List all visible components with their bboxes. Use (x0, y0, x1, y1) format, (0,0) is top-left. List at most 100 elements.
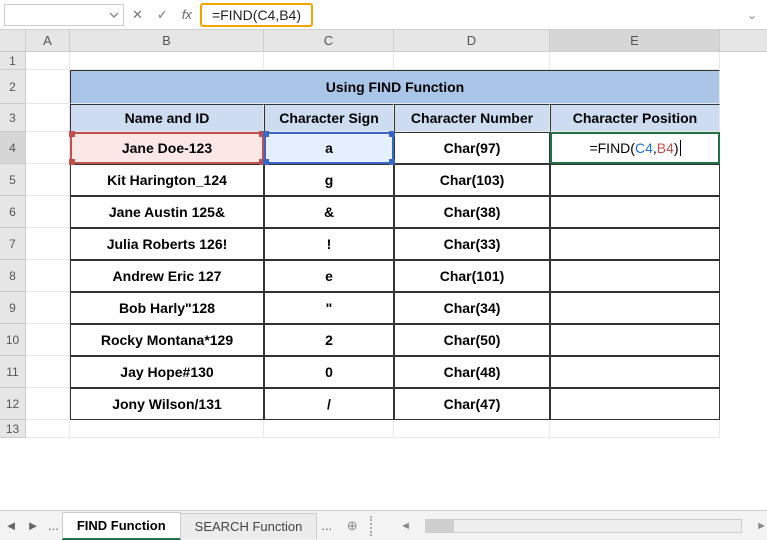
cell-c4[interactable]: a (264, 132, 394, 164)
cell[interactable] (26, 292, 70, 324)
horizontal-scrollbar[interactable]: ◄ ► (400, 519, 767, 533)
cell[interactable] (550, 420, 720, 438)
col-header-b[interactable]: B (70, 30, 264, 51)
scroll-thumb[interactable] (426, 520, 454, 532)
cell[interactable] (550, 164, 720, 196)
cell[interactable]: ! (264, 228, 394, 260)
name-box[interactable] (4, 4, 124, 26)
cell[interactable]: Char(101) (394, 260, 550, 292)
expand-formula-bar-icon[interactable]: ⌄ (747, 8, 763, 22)
cell[interactable]: Bob Harly"128 (70, 292, 264, 324)
cell[interactable]: Char(33) (394, 228, 550, 260)
cell[interactable]: Char(48) (394, 356, 550, 388)
cell[interactable]: & (264, 196, 394, 228)
cell[interactable] (26, 132, 70, 164)
add-sheet-icon[interactable]: ⊕ (342, 516, 362, 536)
cell[interactable]: Julia Roberts 126! (70, 228, 264, 260)
row-header[interactable]: 5 (0, 164, 26, 196)
cell[interactable]: Jay Hope#130 (70, 356, 264, 388)
formula-input[interactable]: =FIND(C4,B4) (200, 3, 313, 27)
cell[interactable] (550, 388, 720, 420)
cell[interactable]: Jony Wilson/131 (70, 388, 264, 420)
cell[interactable] (264, 52, 394, 70)
scroll-right-icon[interactable]: ► (756, 520, 767, 532)
cell[interactable]: Char(38) (394, 196, 550, 228)
cell[interactable] (26, 196, 70, 228)
cell[interactable] (550, 356, 720, 388)
sheet-tab-search-function[interactable]: SEARCH Function (180, 513, 318, 539)
cell[interactable]: e (264, 260, 394, 292)
cell[interactable]: Char(47) (394, 388, 550, 420)
row-header[interactable]: 8 (0, 260, 26, 292)
tab-nav-prev-icon[interactable]: ◄ (0, 518, 22, 533)
cell-e4-editing[interactable]: =FIND(C4,B4) (550, 132, 720, 164)
cell[interactable] (26, 164, 70, 196)
cell[interactable] (70, 420, 264, 438)
spreadsheet-grid[interactable]: 1 2 Using FIND Function 3 Name and ID Ch… (0, 52, 767, 438)
row-header[interactable]: 7 (0, 228, 26, 260)
cell[interactable] (26, 324, 70, 356)
tab-overflow-right[interactable]: ... (317, 518, 336, 533)
cell-d4[interactable]: Char(97) (394, 132, 550, 164)
cell[interactable] (394, 52, 550, 70)
cell[interactable]: Jane Austin 125& (70, 196, 264, 228)
title-cell[interactable]: Using FIND Function (70, 70, 720, 104)
cell[interactable] (550, 324, 720, 356)
cell-b4[interactable]: Jane Doe-123 (70, 132, 264, 164)
row-header[interactable]: 13 (0, 420, 26, 438)
row-header[interactable]: 10 (0, 324, 26, 356)
cell[interactable] (26, 388, 70, 420)
col-header-e[interactable]: E (550, 30, 720, 51)
row-header[interactable]: 12 (0, 388, 26, 420)
cell[interactable]: Char(103) (394, 164, 550, 196)
cell[interactable]: 0 (264, 356, 394, 388)
cell[interactable] (550, 228, 720, 260)
cell[interactable] (550, 260, 720, 292)
row-header[interactable]: 9 (0, 292, 26, 324)
header-char-number[interactable]: Character Number (394, 104, 550, 132)
cell[interactable] (26, 356, 70, 388)
cell[interactable] (26, 70, 70, 104)
cell[interactable] (394, 420, 550, 438)
header-name-id[interactable]: Name and ID (70, 104, 264, 132)
cell[interactable] (26, 260, 70, 292)
row-header[interactable]: 4 (0, 132, 26, 164)
cell[interactable] (26, 420, 70, 438)
tab-overflow-left[interactable]: ... (44, 518, 63, 533)
scroll-left-icon[interactable]: ◄ (400, 520, 411, 532)
sheet-tab-find-function[interactable]: FIND Function (62, 512, 181, 540)
cell[interactable] (550, 52, 720, 70)
cell[interactable] (26, 52, 70, 70)
cell[interactable]: / (264, 388, 394, 420)
enter-icon[interactable]: ✓ (157, 7, 168, 23)
cell[interactable] (70, 52, 264, 70)
tab-nav-next-icon[interactable]: ► (22, 518, 44, 533)
scroll-track[interactable] (425, 519, 742, 533)
row-header[interactable]: 11 (0, 356, 26, 388)
header-char-sign[interactable]: Character Sign (264, 104, 394, 132)
row-header[interactable]: 1 (0, 52, 26, 70)
header-char-position[interactable]: Character Position (550, 104, 720, 132)
select-all-corner[interactable] (0, 30, 26, 51)
row-header[interactable]: 6 (0, 196, 26, 228)
cell[interactable]: Char(34) (394, 292, 550, 324)
cell[interactable] (26, 104, 70, 132)
cell[interactable]: Andrew Eric 127 (70, 260, 264, 292)
cell[interactable] (264, 420, 394, 438)
cell[interactable] (550, 292, 720, 324)
fx-icon[interactable]: fx (182, 7, 192, 22)
cell[interactable]: Kit Harington_124 (70, 164, 264, 196)
cell[interactable] (550, 196, 720, 228)
cell[interactable]: 2 (264, 324, 394, 356)
cell[interactable] (26, 228, 70, 260)
cell[interactable]: Char(50) (394, 324, 550, 356)
col-header-a[interactable]: A (26, 30, 70, 51)
col-header-d[interactable]: D (394, 30, 550, 51)
cell[interactable]: Rocky Montana*129 (70, 324, 264, 356)
cell[interactable]: " (264, 292, 394, 324)
col-header-c[interactable]: C (264, 30, 394, 51)
cell[interactable]: g (264, 164, 394, 196)
row-header[interactable]: 2 (0, 70, 26, 104)
cancel-icon[interactable]: ✕ (132, 7, 143, 23)
row-header[interactable]: 3 (0, 104, 26, 132)
